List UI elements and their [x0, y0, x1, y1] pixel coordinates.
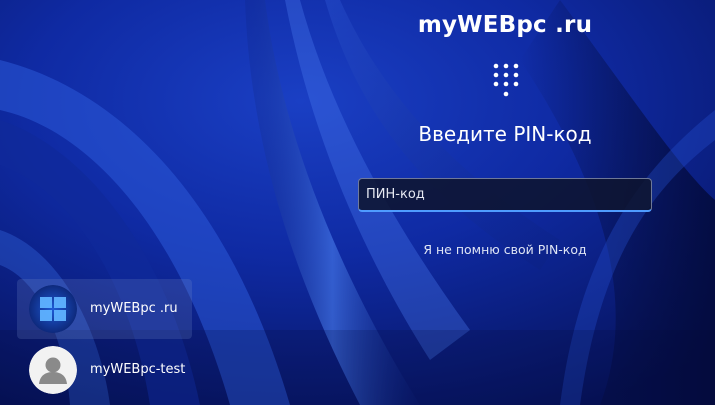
windows-logo-avatar: [29, 285, 77, 333]
user-name: myWEBpc-test: [90, 362, 186, 377]
user-name: myWEBpc .ru: [90, 301, 178, 316]
page-title: myWEBpc .ru: [417, 12, 593, 38]
user-tile-other[interactable]: myWEBpc-test: [17, 340, 192, 400]
pin-input[interactable]: [358, 178, 652, 212]
default-person-avatar: [29, 346, 77, 394]
user-tile-current[interactable]: myWEBpc .ru: [17, 279, 192, 339]
forgot-pin-link[interactable]: Я не помню свой PIN-код: [355, 242, 655, 257]
pin-keypad-icon: [493, 63, 519, 97]
pin-prompt-heading: Введите PIN-код: [418, 122, 592, 146]
